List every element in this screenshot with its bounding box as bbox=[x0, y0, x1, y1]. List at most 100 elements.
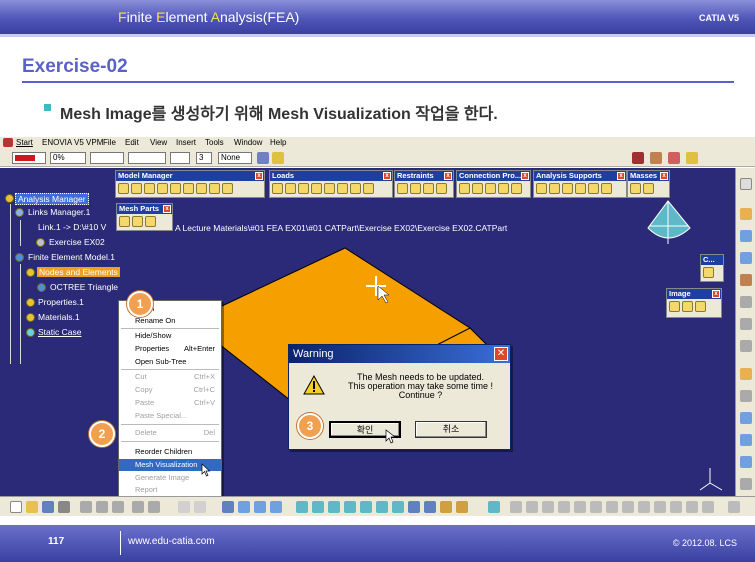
tree-item-static-case[interactable]: Static Case bbox=[38, 327, 81, 337]
tree-item-link[interactable]: Link.1 -> D:\#10 V bbox=[38, 222, 106, 232]
undo-icon[interactable] bbox=[132, 501, 144, 513]
pan-icon[interactable] bbox=[328, 501, 340, 513]
menu-enovia[interactable]: ENOVIA V5 VPM bbox=[42, 138, 103, 147]
tool-icon[interactable] bbox=[526, 501, 538, 513]
apply-icon[interactable] bbox=[668, 152, 680, 164]
menu-item-reorder-children[interactable]: Reorder Children bbox=[119, 446, 221, 458]
menu-item-hide-show[interactable]: Hide/Show bbox=[119, 330, 221, 342]
tool-icon[interactable] bbox=[488, 501, 500, 513]
layer-number[interactable]: 3 bbox=[196, 152, 212, 164]
close-icon[interactable]: x bbox=[163, 205, 171, 213]
toolbar-restraints[interactable]: Restraints x bbox=[394, 170, 454, 198]
menu-item-open-subtree[interactable]: Open Sub-Tree bbox=[119, 356, 221, 368]
tool-icon[interactable] bbox=[740, 178, 752, 190]
open-icon[interactable] bbox=[26, 501, 38, 513]
toolbar-c[interactable]: C... bbox=[700, 254, 724, 282]
close-icon[interactable]: x bbox=[383, 172, 391, 180]
tree-item-links-manager[interactable]: Links Manager.1 bbox=[28, 207, 90, 217]
tree-item-part[interactable]: Exercise EX02 bbox=[49, 237, 105, 247]
tool-icon[interactable] bbox=[740, 252, 752, 264]
tool-icon[interactable] bbox=[740, 412, 752, 424]
cancel-button[interactable]: 취소 bbox=[415, 421, 487, 438]
quick-view-icon[interactable] bbox=[408, 501, 420, 513]
close-icon[interactable]: x bbox=[521, 172, 529, 180]
menu-tools[interactable]: Tools bbox=[205, 138, 224, 147]
brush-icon[interactable] bbox=[272, 152, 284, 164]
menu-item-properties[interactable]: Properties Alt+Enter bbox=[119, 343, 221, 355]
tree-item-octree[interactable]: OCTREE Triangle bbox=[50, 282, 118, 292]
tool-icon[interactable] bbox=[740, 230, 752, 242]
tool-icon[interactable] bbox=[740, 368, 752, 380]
toolbar-image[interactable]: Image x bbox=[666, 288, 722, 318]
tool-icon[interactable] bbox=[510, 501, 522, 513]
toolbar-masses[interactable]: Masses x bbox=[627, 170, 670, 198]
paint-icon[interactable] bbox=[257, 152, 269, 164]
formula-icon[interactable] bbox=[178, 501, 190, 513]
inertia-icon[interactable] bbox=[254, 501, 266, 513]
close-icon[interactable]: ✕ bbox=[494, 347, 508, 361]
toolbar-connection-properties[interactable]: Connection Pro... x bbox=[456, 170, 531, 198]
analysis-icon[interactable] bbox=[270, 501, 282, 513]
menu-insert[interactable]: Insert bbox=[176, 138, 196, 147]
tool-icon[interactable] bbox=[558, 501, 570, 513]
tool-icon[interactable] bbox=[740, 478, 752, 490]
render-style-icon[interactable] bbox=[424, 501, 436, 513]
tool-icon[interactable] bbox=[638, 501, 650, 513]
tree-item-properties[interactable]: Properties.1 bbox=[38, 297, 84, 307]
tool-icon[interactable] bbox=[702, 501, 714, 513]
transparency-select[interactable]: 0% bbox=[50, 152, 86, 164]
tool-icon[interactable] bbox=[740, 318, 752, 330]
tree-item-analysis-manager[interactable]: Analysis Manager bbox=[15, 193, 89, 205]
zoom-out-icon[interactable] bbox=[376, 501, 388, 513]
tree-item-fem[interactable]: Finite Element Model.1 bbox=[28, 252, 115, 262]
tool-icon[interactable] bbox=[740, 390, 752, 402]
swap-space-icon[interactable] bbox=[456, 501, 468, 513]
menu-start[interactable]: Start bbox=[16, 138, 33, 147]
comment-icon[interactable] bbox=[194, 501, 206, 513]
menu-item-rename[interactable]: Rename On bbox=[119, 315, 221, 327]
menu-view[interactable]: View bbox=[150, 138, 167, 147]
redo-icon[interactable] bbox=[148, 501, 160, 513]
menu-window[interactable]: Window bbox=[234, 138, 262, 147]
zoom-in-icon[interactable] bbox=[360, 501, 372, 513]
tool-icon[interactable] bbox=[740, 434, 752, 446]
ladybug-icon[interactable] bbox=[632, 152, 644, 164]
table-icon[interactable] bbox=[222, 501, 234, 513]
thickness-select[interactable] bbox=[128, 152, 166, 164]
fit-all-icon[interactable] bbox=[312, 501, 324, 513]
catalog-icon[interactable] bbox=[650, 152, 662, 164]
measure-icon[interactable] bbox=[238, 501, 250, 513]
save-icon[interactable] bbox=[42, 501, 54, 513]
toolbar-loads[interactable]: Loads x bbox=[269, 170, 393, 198]
tool-icon[interactable] bbox=[740, 340, 752, 352]
close-icon[interactable]: x bbox=[660, 172, 668, 180]
3d-viewport[interactable]: Analysis Manager Links Manager.1 Link.1 … bbox=[0, 168, 735, 497]
tool-icon[interactable] bbox=[542, 501, 554, 513]
layer-select[interactable]: None bbox=[218, 152, 252, 164]
fly-icon[interactable] bbox=[296, 501, 308, 513]
compass-icon[interactable] bbox=[647, 200, 691, 244]
toolbar-mesh-parts[interactable]: Mesh Parts x bbox=[116, 203, 173, 231]
tool-icon[interactable] bbox=[654, 501, 666, 513]
tree-item-materials[interactable]: Materials.1 bbox=[38, 312, 80, 322]
menu-file[interactable]: File bbox=[103, 138, 116, 147]
close-icon[interactable]: x bbox=[617, 172, 625, 180]
point-select[interactable] bbox=[170, 152, 190, 164]
color-select[interactable] bbox=[12, 152, 46, 164]
hide-show-icon[interactable] bbox=[440, 501, 452, 513]
close-icon[interactable]: x bbox=[255, 172, 263, 180]
toolbar-analysis-supports[interactable]: Analysis Supports x bbox=[533, 170, 627, 198]
tool-icon[interactable] bbox=[606, 501, 618, 513]
tool-icon[interactable] bbox=[740, 456, 752, 468]
print-icon[interactable] bbox=[58, 501, 70, 513]
tool-icon[interactable] bbox=[622, 501, 634, 513]
tool-icon[interactable] bbox=[686, 501, 698, 513]
linetype-select[interactable] bbox=[90, 152, 124, 164]
tree-item-nodes-elements[interactable]: Nodes and Elements bbox=[37, 267, 120, 277]
tool-icon[interactable] bbox=[740, 296, 752, 308]
new-icon[interactable] bbox=[10, 501, 22, 513]
menu-help[interactable]: Help bbox=[270, 138, 286, 147]
paste-icon[interactable] bbox=[112, 501, 124, 513]
tool-icon[interactable] bbox=[740, 208, 752, 220]
normal-view-icon[interactable] bbox=[392, 501, 404, 513]
